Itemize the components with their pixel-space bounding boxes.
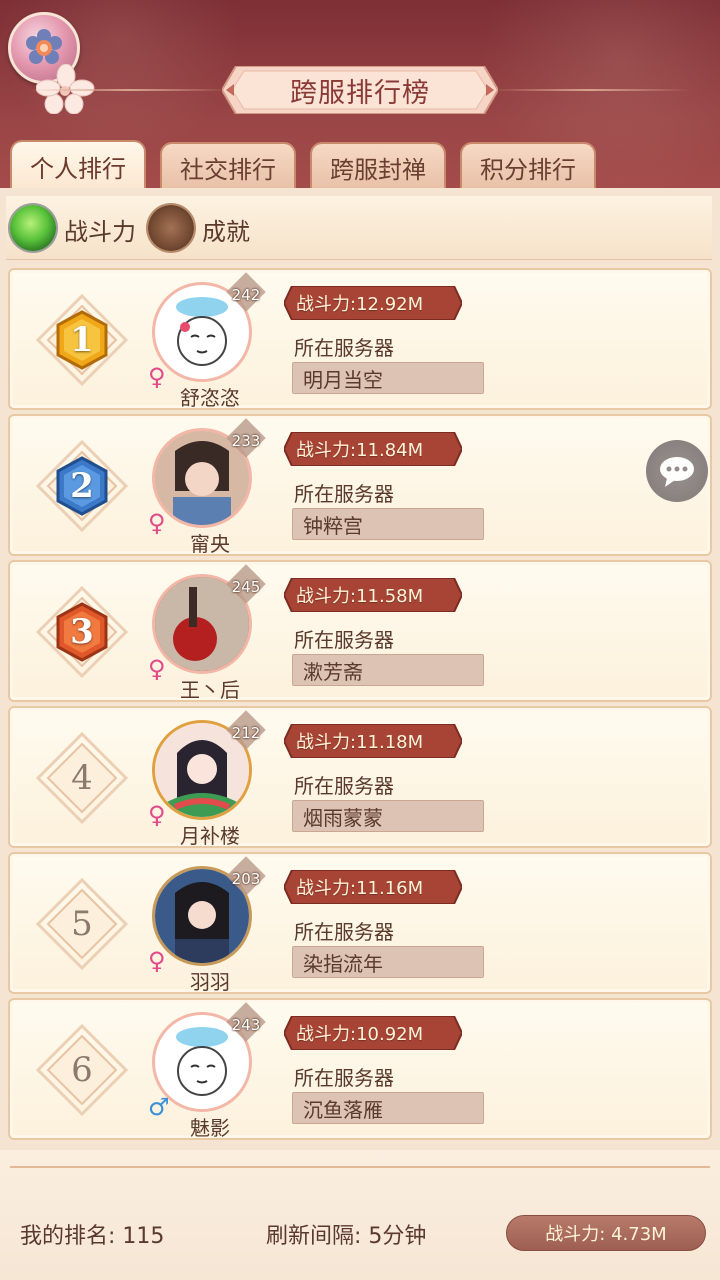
player-name: 舒恣恣 (180, 386, 240, 410)
silver-medal-icon: 2 (56, 456, 108, 516)
server-name: 漱芳斋 (292, 654, 484, 686)
ranking-row[interactable]: 1 242 ♀ 舒恣恣 战斗力:12.92M 所在服务器 明月当空 (8, 268, 712, 410)
player-name: 甯央 (190, 532, 230, 556)
server-name: 烟雨蒙蒙 (292, 800, 484, 832)
rank-number: 6 (71, 1050, 93, 1090)
my-power-badge: 战斗力: 4.73M (506, 1215, 706, 1251)
title-right-line (490, 89, 690, 91)
bronze-medal-icon: 3 (56, 602, 108, 662)
server-name: 明月当空 (292, 362, 484, 394)
level-badge: 243 (231, 1016, 261, 1034)
ranking-row[interactable]: 6 243 ♂ 魅影 战斗力:10.92M 所在服务器 沉鱼落雁 (8, 998, 712, 1140)
server-label: 所在服务器 (294, 774, 394, 798)
player-name: 魅影 (190, 1116, 230, 1140)
chat-button[interactable] (646, 440, 708, 502)
gold-medal-icon: 1 (56, 310, 108, 370)
server-label: 所在服务器 (294, 628, 394, 652)
level-badge: 212 (231, 724, 261, 742)
server-label: 所在服务器 (294, 336, 394, 360)
power-value: 战斗力:11.16M (296, 878, 424, 899)
player-name: 月补楼 (180, 824, 240, 848)
rank-number: 4 (71, 758, 93, 798)
power-value: 战斗力:10.92M (296, 1024, 424, 1045)
server-label: 所在服务器 (294, 1066, 394, 1090)
power-radio-icon[interactable] (10, 205, 56, 251)
footer-divider (10, 1166, 710, 1168)
server-name: 染指流年 (292, 946, 484, 978)
refresh-interval-text: 刷新间隔: 5分钟 (266, 1224, 427, 1249)
ranking-list[interactable]: 1 242 ♀ 舒恣恣 战斗力:12.92M 所在服务器 明月当空 2 233 … (6, 262, 714, 1147)
player-name: 王丶后 (180, 678, 240, 702)
level-badge: 245 (231, 578, 261, 596)
ranking-row[interactable]: 2 233 ♀ 甯央 战斗力:11.84M 所在服务器 钟粹宫 (8, 414, 712, 556)
page-title: 跨服排行榜 (290, 77, 430, 109)
tab-personal-ranking[interactable]: 个人排行 (10, 140, 146, 190)
ranking-row[interactable]: 4 212 ♀ 月补楼 战斗力:11.18M 所在服务器 烟雨蒙蒙 (8, 706, 712, 848)
power-value: 战斗力:11.58M (296, 586, 424, 607)
level-badge: 242 (231, 286, 261, 304)
server-name: 沉鱼落雁 (292, 1092, 484, 1124)
achievement-filter-label[interactable]: 成就 (202, 212, 250, 247)
my-rank-text: 我的排名: 115 (20, 1224, 165, 1249)
tab-cross-server-fengshan[interactable]: 跨服封禅 (310, 142, 446, 190)
power-value: 战斗力:11.84M (296, 440, 424, 461)
server-label: 所在服务器 (294, 920, 394, 944)
ranking-row[interactable]: 5 203 ♀ 羽羽 战斗力:11.16M 所在服务器 染指流年 (8, 852, 712, 994)
chat-bubble-icon (660, 457, 694, 487)
power-value: 战斗力:11.18M (296, 732, 424, 753)
power-filter-label[interactable]: 战斗力 (64, 212, 136, 247)
server-label: 所在服务器 (294, 482, 394, 506)
player-name: 羽羽 (190, 970, 230, 994)
title-left-line (30, 89, 230, 91)
ranking-row[interactable]: 3 245 ♀ 王丶后 战斗力:11.58M 所在服务器 漱芳斋 (8, 560, 712, 702)
level-badge: 233 (231, 432, 261, 450)
rank-number: 3 (70, 612, 94, 652)
tab-social-ranking[interactable]: 社交排行 (160, 142, 296, 190)
rank-number: 1 (70, 320, 94, 360)
tab-points-ranking[interactable]: 积分排行 (460, 142, 596, 190)
level-badge: 203 (231, 870, 261, 888)
server-name: 钟粹宫 (292, 508, 484, 540)
power-value: 战斗力:12.92M (296, 294, 424, 315)
achievement-radio-icon[interactable] (148, 205, 194, 251)
rank-number: 5 (71, 904, 93, 944)
tab-bar: 个人排行 社交排行 跨服封禅 积分排行 (10, 140, 596, 192)
rank-number: 2 (70, 466, 94, 506)
